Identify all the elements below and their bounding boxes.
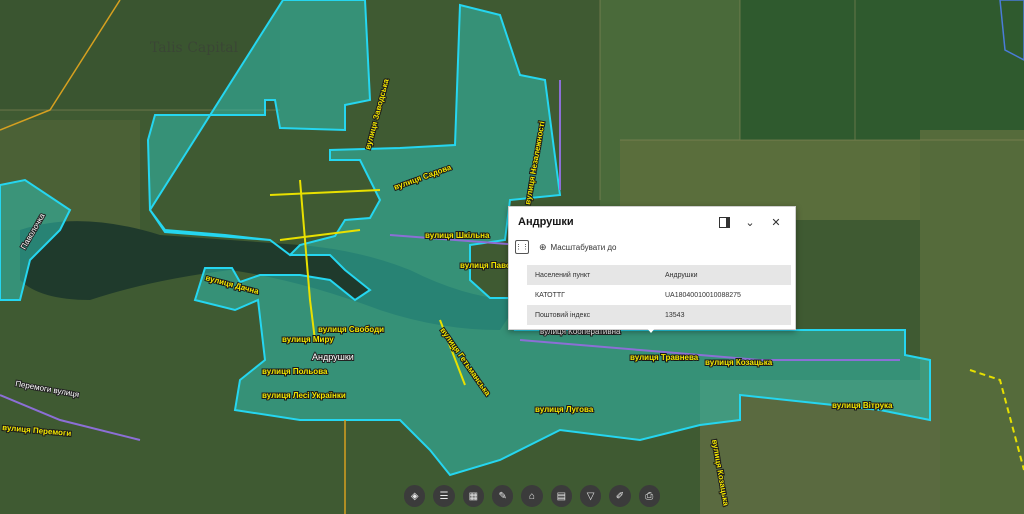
legend-icon[interactable]: ☰	[433, 485, 455, 507]
attribute-table: Населений пункт Андрушки КАТОТТГ UA1804001…	[527, 265, 791, 325]
attr-value: 13543	[657, 305, 791, 325]
table-row: КАТОТТГ UA18040010010088275	[527, 285, 791, 305]
street-label: вулиця Козацька	[705, 358, 773, 367]
attr-value: UA18040010010088275	[665, 291, 741, 299]
measure-icon[interactable]: ✎	[491, 485, 514, 507]
street-label: вулиця Миру	[282, 335, 334, 344]
place-label: Андрушки	[312, 352, 354, 362]
zoom-to-button[interactable]: Масштабувати до	[551, 243, 617, 252]
attr-key: КАТОТТГ	[535, 291, 565, 299]
map-toolbar: ◈ ☰ ▦ ✎ ⌂ ▤ ▽ ✐ ⎙	[404, 485, 660, 507]
close-icon[interactable]: ✕	[763, 211, 789, 233]
chevron-down-icon[interactable]: ⌄	[737, 211, 763, 233]
watermark: Talis Capital	[150, 40, 239, 56]
dock-icon[interactable]	[711, 211, 737, 233]
street-label: вулиця Шкільна	[425, 231, 490, 240]
street-label: вулиця Лесі Українки	[262, 391, 346, 400]
popup-actions: ⋮⋮ ⊕ Масштабувати до	[509, 237, 795, 257]
popup-title: Андрушки	[518, 216, 574, 228]
select-feature-icon[interactable]: ⋮⋮	[515, 240, 529, 254]
feature-popup[interactable]: Андрушки ⌄ ✕ ⋮⋮ ⊕ Масштабувати до Населе…	[508, 206, 796, 330]
table-row: Поштовий індекс 13543	[527, 305, 791, 325]
filter-icon[interactable]: ▽	[579, 485, 602, 507]
print-icon[interactable]: ⌂	[521, 485, 543, 507]
popup-pointer	[646, 327, 656, 333]
attr-value: Андрушки	[657, 265, 791, 285]
bookmarks-icon[interactable]: ▤	[550, 485, 572, 507]
share-icon[interactable]: ⎙	[638, 485, 660, 507]
street-label: вулиця Лугова	[535, 405, 594, 414]
popup-header: Андрушки ⌄ ✕	[509, 207, 795, 237]
street-label: вулиця Польова	[262, 367, 328, 376]
street-label: вулиця Вітрука	[832, 401, 893, 410]
layers-icon[interactable]: ◈	[404, 485, 426, 507]
attr-key: Поштовий індекс	[527, 305, 657, 325]
street-label: вулиця Травнева	[630, 353, 699, 362]
table-row: Населений пункт Андрушки	[527, 265, 791, 285]
street-label: вулиця Свободи	[318, 325, 384, 334]
attr-key: Населений пункт	[527, 265, 657, 285]
edit-icon[interactable]: ✐	[609, 485, 631, 507]
basemap-icon[interactable]: ▦	[462, 485, 484, 507]
zoom-icon[interactable]: ⊕	[539, 242, 547, 253]
